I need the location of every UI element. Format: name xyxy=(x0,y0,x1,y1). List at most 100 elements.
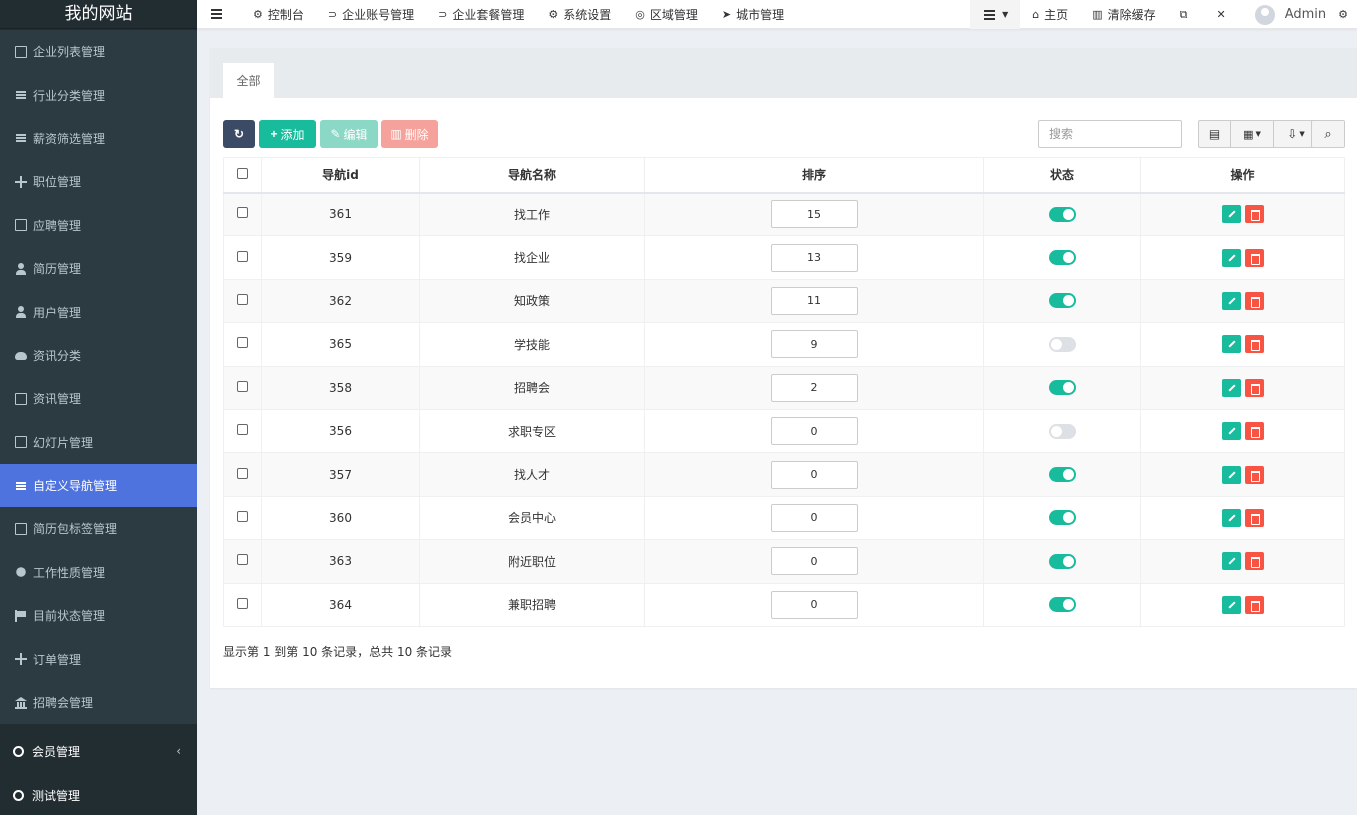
row-checkbox[interactable] xyxy=(237,424,248,436)
status-toggle[interactable] xyxy=(1048,553,1076,569)
sort-input[interactable] xyxy=(770,547,858,576)
row-delete-button[interactable] xyxy=(1244,595,1264,614)
row-checkbox[interactable] xyxy=(237,510,248,522)
sidebar-item-1[interactable]: 行业分类管理 xyxy=(0,73,197,117)
row-delete-button[interactable] xyxy=(1244,465,1264,484)
row-checkbox[interactable] xyxy=(237,293,248,305)
top-nav-item-5[interactable]: ➤ 城市管理 xyxy=(710,0,796,29)
header-sort[interactable]: 排序 xyxy=(644,157,984,194)
refresh-button[interactable]: ↻ xyxy=(223,120,255,148)
sidebar-item-10[interactable]: 自定义导航管理 xyxy=(0,463,197,508)
status-toggle[interactable] xyxy=(1048,250,1076,266)
row-delete-button[interactable] xyxy=(1244,248,1264,267)
row-delete-button[interactable] xyxy=(1244,508,1264,527)
row-edit-button[interactable] xyxy=(1221,248,1241,267)
row-edit-button[interactable] xyxy=(1221,465,1241,484)
users-icon xyxy=(15,262,27,275)
sort-input[interactable] xyxy=(770,590,858,619)
row-checkbox[interactable] xyxy=(237,337,248,349)
language-button[interactable]: ⧉ xyxy=(1168,0,1205,29)
sidebar-toggle-button[interactable] xyxy=(197,0,241,29)
sidebar-item-0[interactable]: 企业列表管理 xyxy=(0,30,197,74)
sort-input[interactable] xyxy=(770,373,858,402)
header-status[interactable]: 状态 xyxy=(983,157,1141,194)
row-edit-button[interactable] xyxy=(1221,595,1241,614)
row-delete-button[interactable] xyxy=(1244,291,1264,310)
home-link[interactable]: ⌂ 主页 xyxy=(1020,0,1080,29)
sidebar-item-9[interactable]: 幻灯片管理 xyxy=(0,420,197,464)
sidebar-item-label: 应聘管理 xyxy=(33,218,82,233)
clear-cache-button[interactable]: ▥ 清除缓存 xyxy=(1080,0,1167,29)
row-checkbox[interactable] xyxy=(237,554,248,566)
sidebar: 我的网站 企业列表管理 行业分类管理 薪资筛选管理 职位管理 应聘管理 简历管理 用户管理资… xyxy=(0,0,197,815)
row-edit-button[interactable] xyxy=(1221,422,1241,441)
columns-button[interactable]: ▦ ▼ xyxy=(1230,120,1274,148)
header-id[interactable]: 导航id xyxy=(261,157,420,194)
delete-button[interactable]: ▥ 删除 xyxy=(381,120,438,148)
status-toggle[interactable] xyxy=(1048,510,1076,526)
sidebar-item-12[interactable]: 工作性质管理 xyxy=(0,550,197,595)
site-logo[interactable]: 我的网站 xyxy=(0,0,197,29)
row-checkbox[interactable] xyxy=(237,597,248,609)
sort-input[interactable] xyxy=(770,460,858,489)
top-nav-item-0[interactable]: ⚙ 控制台 xyxy=(241,0,316,29)
add-button[interactable]: + 添加 xyxy=(259,120,316,148)
settings-button[interactable]: ⚙ xyxy=(1338,0,1357,29)
sidebar-item-4[interactable]: 应聘管理 xyxy=(0,203,197,247)
status-toggle[interactable] xyxy=(1048,380,1076,396)
row-edit-button[interactable] xyxy=(1221,378,1241,397)
status-toggle[interactable] xyxy=(1048,206,1076,222)
tab-all[interactable]: 全部 xyxy=(223,63,274,98)
sidebar-item-14[interactable]: 订单管理 xyxy=(0,637,197,681)
sort-input[interactable] xyxy=(770,417,858,446)
row-checkbox[interactable] xyxy=(237,207,248,219)
search-input[interactable] xyxy=(1038,120,1182,148)
status-toggle[interactable] xyxy=(1048,467,1076,483)
sort-input[interactable] xyxy=(770,330,858,359)
row-edit-button[interactable] xyxy=(1221,552,1241,571)
row-checkbox[interactable] xyxy=(237,467,248,479)
top-nav-item-1[interactable]: ⊃ 企业账号管理 xyxy=(316,0,426,29)
sidebar-item-15[interactable]: 招聘会管理 xyxy=(0,680,197,725)
row-delete-button[interactable] xyxy=(1244,422,1264,441)
fullscreen-button[interactable]: ✕ xyxy=(1204,0,1242,29)
row-delete-button[interactable] xyxy=(1244,378,1264,397)
sidebar-item-7[interactable]: 资讯分类 xyxy=(0,333,197,378)
row-checkbox[interactable] xyxy=(237,380,248,392)
row-delete-button[interactable] xyxy=(1244,552,1264,571)
user-menu[interactable]: Admin xyxy=(1243,0,1338,29)
advanced-search-button[interactable]: ⌕ xyxy=(1311,120,1345,148)
sort-input[interactable] xyxy=(770,243,858,272)
header-name[interactable]: 导航名称 xyxy=(419,157,645,194)
top-nav-item-3[interactable]: ⚙ 系统设置 xyxy=(536,0,623,29)
select-all-checkbox[interactable] xyxy=(237,167,248,179)
status-toggle[interactable] xyxy=(1048,293,1076,309)
status-toggle[interactable] xyxy=(1048,423,1076,439)
sidebar-group-test[interactable]: 测试管理 xyxy=(0,773,197,815)
sidebar-item-8[interactable]: 资讯管理 xyxy=(0,377,197,421)
nav-dropdown-button[interactable]: ▼ xyxy=(970,0,1021,29)
sidebar-item-3[interactable]: 职位管理 xyxy=(0,160,197,204)
row-checkbox[interactable] xyxy=(237,250,248,262)
row-edit-button[interactable] xyxy=(1221,291,1241,310)
sidebar-item-6[interactable]: 用户管理 xyxy=(0,290,197,334)
sidebar-item-5[interactable]: 简历管理 xyxy=(0,246,197,291)
row-edit-button[interactable] xyxy=(1221,508,1241,527)
sidebar-group-member[interactable]: 会员管理 ‹ xyxy=(0,729,197,773)
status-toggle[interactable] xyxy=(1048,597,1076,613)
row-delete-button[interactable] xyxy=(1244,205,1264,224)
sort-input[interactable] xyxy=(770,286,858,315)
sidebar-item-13[interactable]: 目前状态管理 xyxy=(0,594,197,638)
top-nav-item-2[interactable]: ⊃ 企业套餐管理 xyxy=(426,0,536,29)
row-edit-button[interactable] xyxy=(1221,335,1241,354)
edit-button[interactable]: ✎ 编辑 xyxy=(320,120,378,148)
row-edit-button[interactable] xyxy=(1221,205,1241,224)
top-nav-item-4[interactable]: ◎ 区域管理 xyxy=(623,0,710,29)
sidebar-item-2[interactable]: 薪资筛选管理 xyxy=(0,116,197,161)
sidebar-item-11[interactable]: 简历包标签管理 xyxy=(0,507,197,551)
toggle-view-button[interactable]: ▤ xyxy=(1198,120,1231,148)
status-toggle[interactable] xyxy=(1048,336,1076,352)
row-delete-button[interactable] xyxy=(1244,335,1264,354)
sort-input[interactable] xyxy=(770,200,858,229)
sort-input[interactable] xyxy=(770,503,858,532)
